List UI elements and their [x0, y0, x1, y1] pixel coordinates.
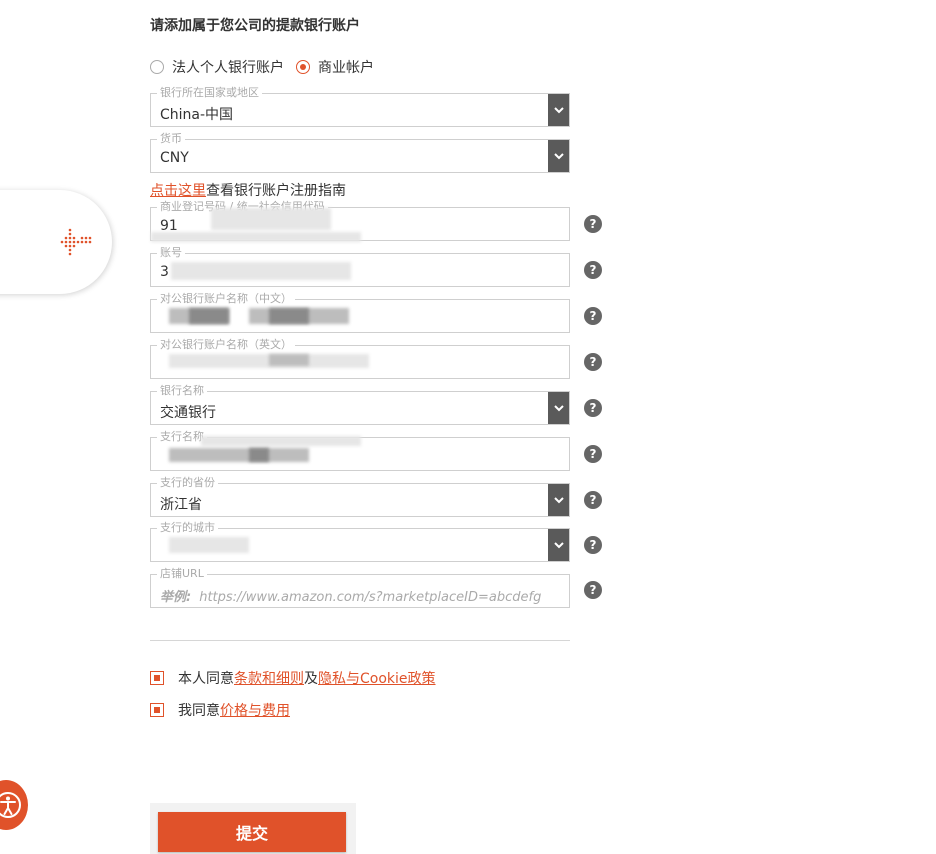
question-icon[interactable]: ?	[584, 399, 602, 417]
agreement-pricing: 我同意 价格与费用	[150, 701, 290, 719]
radio-business[interactable]	[296, 60, 310, 74]
question-icon[interactable]: ?	[584, 353, 602, 371]
branch-city-select[interactable]: 支行的城市	[150, 522, 570, 562]
redacted-area	[151, 232, 361, 242]
redacted-area	[269, 308, 309, 324]
question-icon[interactable]: ?	[584, 536, 602, 554]
reg-number-input[interactable]: 商业登记号码 / 统一社会信用代码 91	[150, 201, 570, 242]
privacy-link[interactable]: 隐私与Cookie政策	[318, 668, 436, 688]
submit-area: 提交	[150, 803, 356, 854]
currency-value: CNY	[160, 150, 189, 166]
question-icon[interactable]: ?	[584, 491, 602, 509]
branch-city-legend: 支行的城市	[157, 522, 218, 534]
bank-name-select[interactable]: 银行名称 交通银行	[150, 385, 570, 425]
country-value: China-中国	[160, 107, 234, 123]
radio-business-label[interactable]: 商业帐户	[318, 57, 374, 77]
bank-name-value: 交通银行	[160, 405, 216, 421]
question-icon[interactable]: ?	[584, 261, 602, 279]
question-icon[interactable]: ?	[584, 215, 602, 233]
chevron-down-icon[interactable]	[548, 392, 569, 424]
account-type-radio-group: 法人个人银行账户 商业帐户	[150, 56, 386, 78]
question-icon[interactable]: ?	[584, 581, 602, 599]
store-url-input[interactable]: 店铺URL 举例: https://www.amazon.com/s?market…	[150, 568, 570, 608]
radio-personal-label[interactable]: 法人个人银行账户	[172, 57, 284, 77]
terms-prefix: 本人同意	[178, 671, 234, 687]
account-number-value: 3	[160, 264, 169, 280]
account-number-input[interactable]: 账号 3	[150, 247, 570, 287]
account-name-cn-input[interactable]: 对公银行账户名称（中文）	[150, 293, 570, 333]
redacted-area	[201, 436, 361, 446]
guide-link[interactable]: 点击这里	[150, 183, 206, 199]
question-icon[interactable]: ?	[584, 307, 602, 325]
redacted-area	[169, 448, 309, 462]
redacted-area	[169, 537, 249, 553]
currency-select[interactable]: 货币 CNY	[150, 133, 570, 173]
radio-personal[interactable]	[150, 60, 164, 74]
dotted-cursor-icon	[60, 228, 92, 256]
account-name-en-legend: 对公银行账户名称（英文）	[157, 339, 295, 351]
branch-name-input[interactable]: 支行名称	[150, 431, 570, 471]
branch-name-legend: 支行名称	[157, 431, 207, 443]
chevron-down-icon[interactable]	[548, 94, 569, 126]
redacted-area	[249, 448, 269, 462]
account-number-legend: 账号	[157, 247, 185, 259]
terms-checkbox[interactable]	[150, 671, 164, 685]
guide-text: 查看银行账户注册指南	[206, 183, 346, 199]
bank-name-legend: 银行名称	[157, 385, 207, 397]
country-select[interactable]: 银行所在国家或地区 China-中国	[150, 87, 570, 127]
redacted-area	[171, 262, 351, 280]
branch-province-legend: 支行的省份	[157, 477, 218, 489]
pricing-checkbox[interactable]	[150, 703, 164, 717]
accessibility-icon	[0, 792, 21, 818]
store-url-placeholder-text: https://www.amazon.com/s?marketplaceID=a…	[199, 590, 542, 605]
side-tab[interactable]	[0, 190, 112, 294]
terms-link[interactable]: 条款和细则	[234, 668, 304, 688]
chevron-down-icon[interactable]	[548, 529, 569, 561]
store-url-placeholder: 举例: https://www.amazon.com/s?marketplaceI…	[160, 586, 541, 605]
pricing-prefix: 我同意	[178, 703, 220, 719]
store-url-legend: 店铺URL	[157, 568, 207, 580]
submit-button[interactable]: 提交	[158, 812, 346, 852]
chevron-down-icon[interactable]	[548, 140, 569, 172]
redacted-area	[269, 354, 309, 366]
section-divider	[150, 640, 570, 641]
account-name-cn-legend: 对公银行账户名称（中文）	[157, 293, 295, 305]
question-icon[interactable]: ?	[584, 445, 602, 463]
agreement-terms: 本人同意 条款和细则及隐私与Cookie政策	[150, 669, 436, 687]
redacted-area	[211, 208, 331, 230]
pricing-link[interactable]: 价格与费用	[220, 700, 290, 720]
accessibility-button[interactable]	[0, 780, 28, 830]
chevron-down-icon[interactable]	[548, 484, 569, 516]
terms-middle: 及	[304, 671, 318, 687]
currency-legend: 货币	[157, 133, 185, 145]
account-name-en-input[interactable]: 对公银行账户名称（英文）	[150, 339, 570, 379]
page-heading: 请添加属于您公司的提款银行账户	[150, 18, 360, 34]
redacted-area	[189, 308, 229, 324]
branch-province-select[interactable]: 支行的省份 浙江省	[150, 477, 570, 517]
registration-guide: 点击这里查看银行账户注册指南	[150, 180, 346, 200]
store-url-placeholder-prefix: 举例:	[160, 590, 192, 605]
country-legend: 银行所在国家或地区	[157, 87, 262, 99]
branch-province-value: 浙江省	[160, 497, 202, 513]
